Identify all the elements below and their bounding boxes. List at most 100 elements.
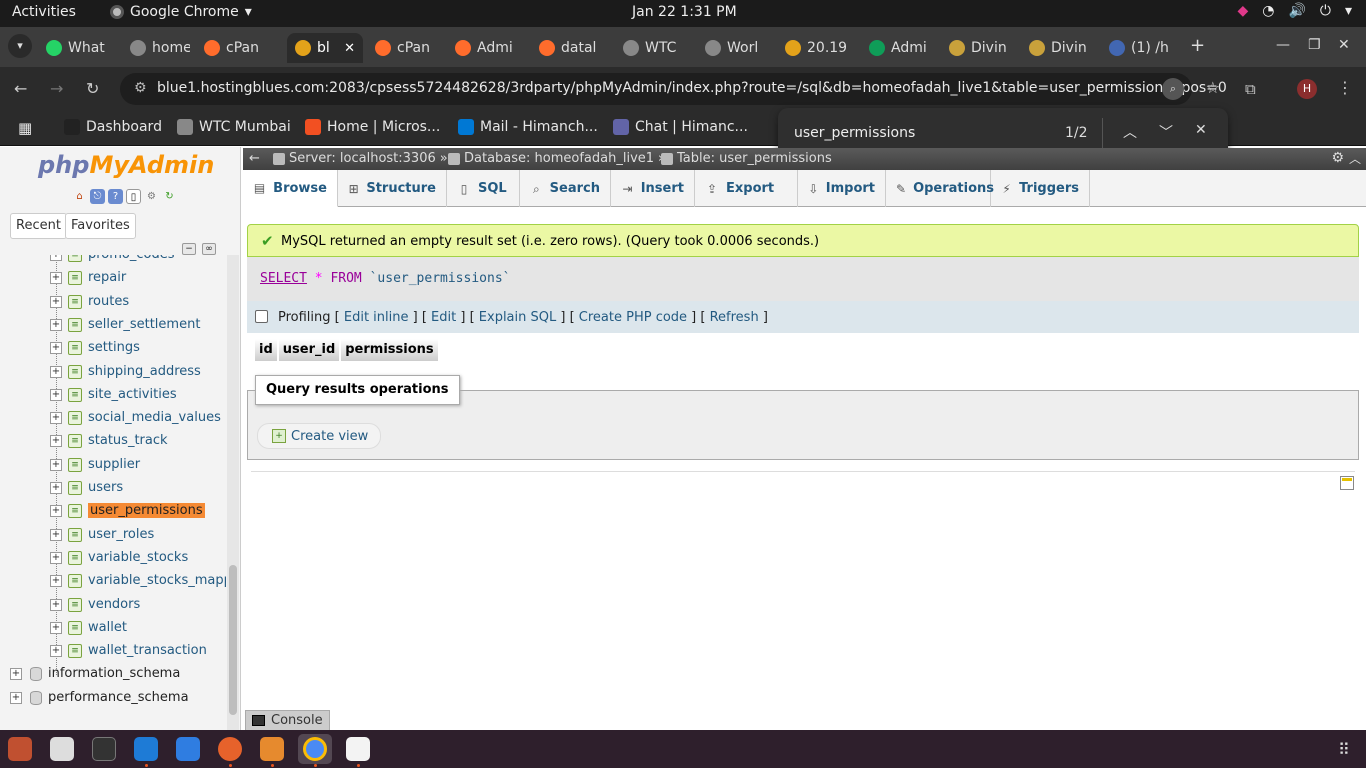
page-settings-icon[interactable]: ⚙ bbox=[1331, 150, 1344, 166]
tree-table-label[interactable]: promo_codes bbox=[88, 255, 175, 262]
tree-table-repair[interactable]: + ≡ repair bbox=[0, 268, 226, 290]
find-previous-icon[interactable]: ︿ bbox=[1123, 122, 1137, 142]
logout-icon[interactable]: ⎋ bbox=[90, 189, 105, 204]
bookmark-star-icon[interactable]: ☆ bbox=[1206, 78, 1220, 97]
files-manager-icon[interactable] bbox=[8, 737, 32, 761]
browser-tab[interactable]: datal bbox=[531, 33, 611, 63]
bookmark-item[interactable]: WTC Mumbai bbox=[177, 119, 291, 135]
tab-close-icon[interactable]: ✕ bbox=[344, 41, 355, 56]
column-header-user-id[interactable]: user_id bbox=[278, 339, 340, 361]
refresh-link[interactable]: Refresh bbox=[710, 310, 759, 325]
nav-scrollbar-thumb[interactable] bbox=[229, 565, 237, 715]
tree-table-label[interactable]: site_activities bbox=[88, 387, 177, 402]
tree-table-label[interactable]: wallet bbox=[88, 620, 127, 635]
console-toggle[interactable]: Console bbox=[245, 710, 330, 730]
tree-table-site-activities[interactable]: + ≡ site_activities bbox=[0, 385, 226, 407]
docs-icon[interactable]: ▯ bbox=[126, 189, 141, 204]
table-icon[interactable]: ≡ bbox=[68, 481, 82, 495]
clock[interactable]: Jan 22 1:31 PM bbox=[632, 4, 737, 20]
tree-table-label[interactable]: settings bbox=[88, 340, 140, 355]
tree-table-user-permissions[interactable]: + ≡ user_permissions bbox=[0, 501, 226, 523]
forward-button[interactable]: → bbox=[50, 79, 63, 98]
edit-link[interactable]: Edit bbox=[431, 310, 456, 325]
browser-tab[interactable]: Worl bbox=[697, 33, 773, 63]
browser-tab[interactable]: What bbox=[38, 33, 116, 63]
browser-tab[interactable]: cPan bbox=[196, 33, 282, 63]
site-info-icon[interactable]: ⚙ bbox=[134, 80, 147, 96]
browser-tab[interactable]: home bbox=[122, 33, 190, 63]
maximize-button[interactable]: ❐ bbox=[1308, 37, 1321, 53]
reload-button[interactable]: ↻ bbox=[86, 79, 99, 98]
breadcrumb-database[interactable]: Database: homeofadah_live1 » bbox=[448, 151, 666, 166]
expand-icon[interactable]: + bbox=[50, 296, 62, 308]
tree-table-label[interactable]: shipping_address bbox=[88, 364, 201, 379]
nav-scrollbar[interactable] bbox=[227, 255, 239, 730]
tab-import[interactable]: ⇩ Import bbox=[798, 170, 886, 207]
bookmark-item[interactable]: Chat | Himanc... bbox=[613, 119, 748, 135]
collapse-all-icon[interactable]: − bbox=[182, 243, 196, 255]
app-menu[interactable]: Google Chrome ▾ bbox=[110, 4, 252, 20]
table-icon[interactable]: ≡ bbox=[68, 528, 82, 542]
expand-icon[interactable]: + bbox=[50, 459, 62, 471]
table-icon[interactable]: ≡ bbox=[68, 621, 82, 635]
tab-operations[interactable]: ✎ Operations bbox=[886, 170, 994, 207]
tree-table-shipping-address[interactable]: + ≡ shipping_address bbox=[0, 362, 226, 384]
tab-insert[interactable]: ⇥ Insert bbox=[611, 170, 695, 207]
explain-sql-link[interactable]: Explain SQL bbox=[479, 310, 556, 325]
tab-triggers[interactable]: ⚡ Triggers bbox=[991, 170, 1090, 207]
table-icon[interactable]: ≡ bbox=[68, 388, 82, 402]
reload-nav-icon[interactable]: ↻ bbox=[162, 189, 177, 204]
collapse-nav-arrow[interactable]: ← bbox=[249, 151, 260, 166]
expand-icon[interactable]: + bbox=[50, 389, 62, 401]
breadcrumb-table[interactable]: Table: user_permissions bbox=[661, 151, 832, 166]
sql-code[interactable]: SELECT * FROM `user_permissions` bbox=[260, 271, 510, 286]
expand-icon[interactable]: + bbox=[50, 272, 62, 284]
table-icon[interactable]: ≡ bbox=[68, 271, 82, 285]
expand-icon[interactable]: + bbox=[50, 622, 62, 634]
tree-database-performance-schema[interactable]: + performance_schema bbox=[0, 688, 226, 710]
tree-table-label[interactable]: seller_settlement bbox=[88, 317, 200, 332]
browser-tab[interactable]: WTC bbox=[615, 33, 693, 63]
browser-tab[interactable]: (1) /h bbox=[1101, 33, 1183, 63]
expand-icon[interactable]: + bbox=[50, 645, 62, 657]
expand-icon[interactable]: + bbox=[50, 435, 62, 447]
show-apps-icon[interactable]: ⠿ bbox=[1338, 740, 1350, 759]
document-icon[interactable] bbox=[176, 737, 200, 761]
tree-table-vendors[interactable]: + ≡ vendors bbox=[0, 595, 226, 617]
create-view-button[interactable]: + Create view bbox=[257, 423, 382, 449]
window-icon[interactable] bbox=[50, 737, 74, 761]
tree-table-social-media-values[interactable]: + ≡ social_media_values bbox=[0, 408, 226, 430]
minimize-button[interactable]: — bbox=[1276, 37, 1290, 53]
tree-table-status-track[interactable]: + ≡ status_track bbox=[0, 431, 226, 453]
tree-table-wallet[interactable]: + ≡ wallet bbox=[0, 618, 226, 640]
table-icon[interactable]: ≡ bbox=[68, 644, 82, 658]
profile-avatar[interactable]: H bbox=[1297, 79, 1317, 99]
tab-search[interactable]: ⌕ Search bbox=[520, 170, 611, 207]
pma-logo[interactable]: phpMyAdmin bbox=[38, 151, 214, 179]
table-icon[interactable]: ≡ bbox=[68, 504, 82, 518]
tab-browse[interactable]: ▤ Browse bbox=[243, 170, 338, 207]
browser-tab[interactable]: bl ✕ bbox=[287, 33, 363, 63]
browser-tab[interactable]: Divin bbox=[941, 33, 1017, 63]
tree-table-seller-settlement[interactable]: + ≡ seller_settlement bbox=[0, 315, 226, 337]
extensions-icon[interactable]: ⧉ bbox=[1245, 80, 1256, 98]
expand-icon[interactable]: + bbox=[50, 599, 62, 611]
table-icon[interactable]: ≡ bbox=[68, 295, 82, 309]
tree-database-information-schema[interactable]: + information_schema bbox=[0, 664, 226, 686]
expand-icon[interactable]: + bbox=[50, 482, 62, 494]
tree-table-user-roles[interactable]: + ≡ user_roles bbox=[0, 525, 226, 547]
expand-icon[interactable]: + bbox=[50, 342, 62, 354]
expand-icon[interactable]: + bbox=[50, 319, 62, 331]
find-in-page-icon[interactable]: ⌕ bbox=[1162, 78, 1184, 100]
tree-table-wallet-transaction[interactable]: + ≡ wallet_transaction bbox=[0, 641, 226, 663]
browser-tab[interactable]: cPan bbox=[367, 33, 443, 63]
tree-table-routes[interactable]: + ≡ routes bbox=[0, 292, 226, 314]
table-icon[interactable]: ≡ bbox=[68, 458, 82, 472]
tree-table-label[interactable]: supplier bbox=[88, 457, 140, 472]
table-icon[interactable]: ≡ bbox=[68, 574, 82, 588]
tab-structure[interactable]: ⊞ Structure bbox=[338, 170, 447, 207]
expand-icon[interactable]: + bbox=[50, 412, 62, 424]
create-php-code-link[interactable]: Create PHP code bbox=[579, 310, 687, 325]
breadcrumb-server[interactable]: Server: localhost:3306 » bbox=[273, 151, 448, 166]
tree-database-label[interactable]: performance_schema bbox=[48, 690, 189, 705]
